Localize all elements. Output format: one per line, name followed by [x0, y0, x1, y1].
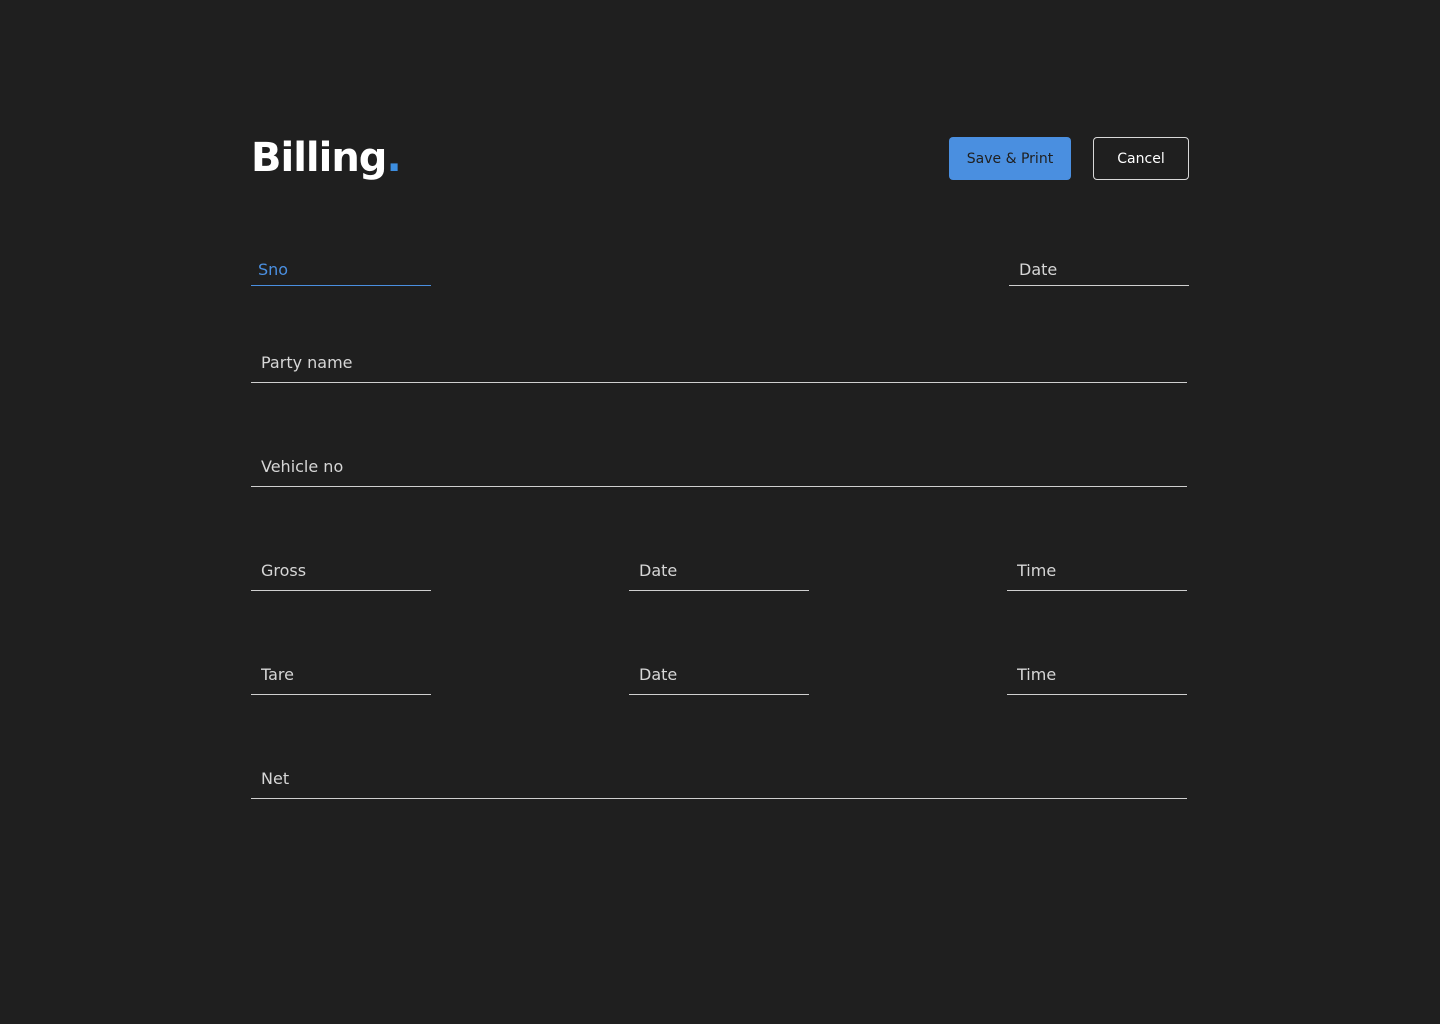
tare-date-input[interactable] — [629, 647, 809, 694]
gross-time-field — [1007, 543, 1187, 591]
page-title-text: Billing — [251, 135, 387, 181]
party-name-field — [251, 335, 1187, 383]
billing-page: Billing. Save & Print Cancel — [0, 0, 1440, 1024]
save-print-button[interactable]: Save & Print — [949, 137, 1071, 180]
tare-field — [251, 647, 431, 695]
gross-field — [251, 543, 431, 591]
sno-field — [251, 246, 431, 286]
page-title: Billing. — [251, 134, 402, 182]
cancel-button[interactable]: Cancel — [1093, 137, 1189, 180]
net-field — [251, 751, 1187, 799]
party-name-input[interactable] — [251, 335, 1187, 382]
gross-input[interactable] — [251, 543, 431, 590]
date-field — [1009, 246, 1189, 286]
vehicle-no-field — [251, 439, 1187, 487]
sno-input[interactable] — [251, 246, 431, 285]
tare-date-field — [629, 647, 809, 695]
tare-time-input[interactable] — [1007, 647, 1187, 694]
tare-input[interactable] — [251, 647, 431, 694]
gross-date-field — [629, 543, 809, 591]
page-title-accent-dot: . — [386, 135, 401, 181]
date-input[interactable] — [1009, 246, 1189, 285]
gross-time-input[interactable] — [1007, 543, 1187, 590]
vehicle-no-input[interactable] — [251, 439, 1187, 486]
tare-time-field — [1007, 647, 1187, 695]
net-input[interactable] — [251, 751, 1187, 798]
gross-date-input[interactable] — [629, 543, 809, 590]
